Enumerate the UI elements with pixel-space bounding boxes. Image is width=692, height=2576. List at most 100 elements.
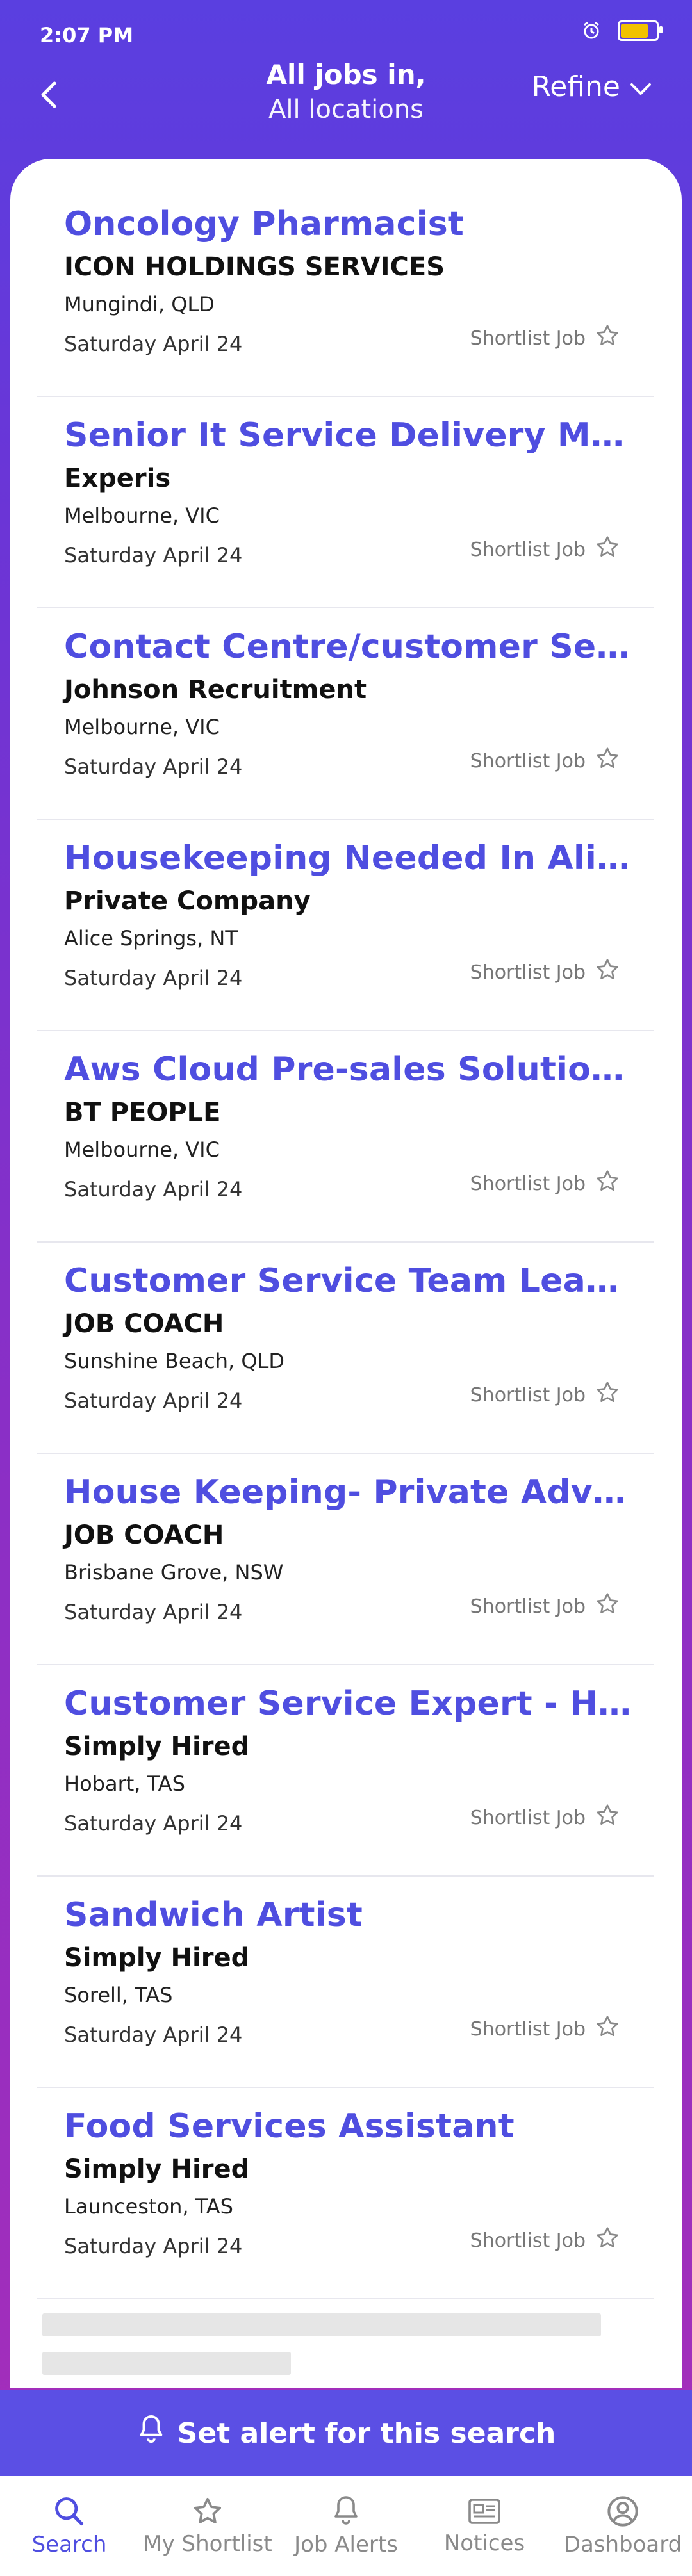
nav-notices-label: Notices	[443, 2531, 525, 2556]
job-date: Saturday April 24	[64, 754, 243, 779]
nav-search-label: Search	[31, 2532, 107, 2557]
title-line-2: All locations	[268, 95, 424, 124]
job-title[interactable]: Food Services Assistant	[64, 2107, 634, 2146]
job-list-item[interactable]: Housekeeping Needed In Alice Springs Pri…	[37, 819, 654, 1031]
job-title[interactable]: Oncology Pharmacist	[64, 205, 634, 243]
job-date: Saturday April 24	[64, 2234, 243, 2258]
nav-job-alerts-label: Job Alerts	[294, 2532, 398, 2557]
shortlist-label: Shortlist Job	[470, 1172, 586, 1195]
job-company: Johnson Recruitment	[64, 675, 367, 705]
shortlist-label: Shortlist Job	[470, 1383, 586, 1406]
job-location: Alice Springs, NT	[64, 926, 238, 950]
bell-icon	[331, 2495, 361, 2528]
job-location: Melbourne, VIC	[64, 1137, 220, 1162]
job-company: Experis	[64, 464, 171, 493]
job-date: Saturday April 24	[64, 1389, 243, 1413]
job-list-item[interactable]: Customer Service Expert - Hobart Simply …	[37, 1664, 654, 1877]
job-company: BT PEOPLE	[64, 1098, 221, 1127]
job-list-item[interactable]: Contact Centre/customer Service Johnson …	[37, 607, 654, 820]
job-location: Sorell, TAS	[64, 1983, 173, 2007]
star-icon	[595, 323, 620, 354]
star-icon	[595, 534, 620, 565]
chevron-down-icon	[629, 70, 652, 103]
bottom-nav: Search My Shortlist Job Alerts Notices D…	[0, 2476, 692, 2576]
battery-icon	[618, 20, 663, 41]
job-title[interactable]: Senior It Service Delivery Manager	[64, 416, 634, 455]
shortlist-job-button[interactable]: Shortlist Job	[470, 1168, 620, 1199]
job-list-item[interactable]: Sandwich Artist Simply Hired Sorell, TAS…	[37, 1875, 654, 2088]
job-date: Saturday April 24	[64, 1177, 243, 1202]
shortlist-job-button[interactable]: Shortlist Job	[470, 1380, 620, 1410]
job-title[interactable]: Customer Service Expert - Hobart	[64, 1684, 634, 1723]
job-company: Private Company	[64, 886, 311, 916]
shortlist-job-button[interactable]: Shortlist Job	[470, 1591, 620, 1622]
job-list-item[interactable]: House Keeping- Private Advertiser JOB CO…	[37, 1453, 654, 1665]
job-date: Saturday April 24	[64, 2023, 243, 2047]
shortlist-job-button[interactable]: Shortlist Job	[470, 957, 620, 988]
set-alert-button[interactable]: Set alert for this search	[0, 2390, 692, 2476]
job-title[interactable]: House Keeping- Private Advertiser	[64, 1473, 634, 1512]
job-location: Melbourne, VIC	[64, 503, 220, 528]
job-list: Oncology Pharmacist ICON HOLDINGS SERVIC…	[10, 159, 682, 2388]
shortlist-label: Shortlist Job	[470, 1806, 586, 1829]
star-icon	[595, 2014, 620, 2044]
back-button[interactable]	[29, 70, 68, 122]
nav-my-shortlist[interactable]: My Shortlist	[138, 2476, 277, 2576]
nav-job-alerts[interactable]: Job Alerts	[277, 2476, 415, 2576]
job-location: Hobart, TAS	[64, 1772, 185, 1796]
job-title[interactable]: Housekeeping Needed In Alice Springs	[64, 839, 634, 877]
job-location: Melbourne, VIC	[64, 715, 220, 739]
star-icon	[595, 2225, 620, 2256]
shortlist-job-button[interactable]: Shortlist Job	[470, 1802, 620, 1833]
header: All jobs in, All locations Refine	[0, 51, 692, 160]
refine-button[interactable]: Refine	[532, 70, 652, 103]
job-title[interactable]: Contact Centre/customer Service	[64, 628, 634, 666]
job-location: Brisbane Grove, NSW	[64, 1560, 284, 1585]
title-line-1: All jobs in,	[266, 59, 426, 90]
shortlist-job-button[interactable]: Shortlist Job	[470, 323, 620, 354]
job-company: Simply Hired	[64, 1732, 250, 1761]
set-alert-label: Set alert for this search	[177, 2417, 556, 2450]
alarm-icon	[582, 21, 601, 40]
job-title[interactable]: Customer Service Team Leader	[64, 1262, 634, 1300]
shortlist-label: Shortlist Job	[470, 2018, 586, 2041]
status-time: 2:07 PM	[40, 23, 134, 47]
nav-search[interactable]: Search	[0, 2476, 138, 2576]
job-location: Launceston, TAS	[64, 2194, 233, 2219]
job-company: JOB COACH	[64, 1309, 224, 1339]
job-company: Simply Hired	[64, 2155, 250, 2184]
nav-shortlist-label: My Shortlist	[143, 2531, 272, 2557]
job-title[interactable]: Aws Cloud Pre-sales Solutions Architect	[64, 1050, 634, 1089]
shortlist-job-button[interactable]: Shortlist Job	[470, 534, 620, 565]
refine-label: Refine	[531, 70, 620, 103]
nav-dashboard[interactable]: Dashboard	[554, 2476, 692, 2576]
job-list-item[interactable]: Senior It Service Delivery Manager Exper…	[37, 396, 654, 608]
shortlist-label: Shortlist Job	[470, 1595, 586, 1618]
job-location: Mungindi, QLD	[64, 292, 215, 316]
shortlist-job-button[interactable]: Shortlist Job	[470, 2225, 620, 2256]
search-icon	[53, 2495, 86, 2528]
job-list-item[interactable]: Oncology Pharmacist ICON HOLDINGS SERVIC…	[37, 184, 654, 397]
page-title: All jobs in, All locations	[218, 58, 474, 127]
job-list-item[interactable]: Food Services Assistant Simply Hired Lau…	[37, 2087, 654, 2299]
job-list-item[interactable]: Customer Service Team Leader JOB COACH S…	[37, 1241, 654, 1454]
job-date: Saturday April 24	[64, 543, 243, 567]
job-company: ICON HOLDINGS SERVICES	[64, 252, 445, 282]
loading-placeholder	[42, 2352, 291, 2375]
user-circle-icon	[606, 2495, 639, 2528]
star-icon	[595, 1168, 620, 1199]
status-icons	[582, 20, 663, 41]
job-list-item[interactable]: Aws Cloud Pre-sales Solutions Architect …	[37, 1030, 654, 1243]
job-title[interactable]: Sandwich Artist	[64, 1896, 634, 1934]
shortlist-job-button[interactable]: Shortlist Job	[470, 2014, 620, 2044]
star-icon	[595, 1802, 620, 1833]
shortlist-label: Shortlist Job	[470, 961, 586, 984]
loading-placeholder	[42, 2313, 601, 2336]
job-company: Simply Hired	[64, 1943, 250, 1973]
nav-notices[interactable]: Notices	[415, 2476, 554, 2576]
shortlist-label: Shortlist Job	[470, 2229, 586, 2252]
job-company: JOB COACH	[64, 1520, 224, 1550]
star-icon	[595, 957, 620, 988]
shortlist-job-button[interactable]: Shortlist Job	[470, 746, 620, 776]
job-location: Sunshine Beach, QLD	[64, 1349, 284, 1373]
